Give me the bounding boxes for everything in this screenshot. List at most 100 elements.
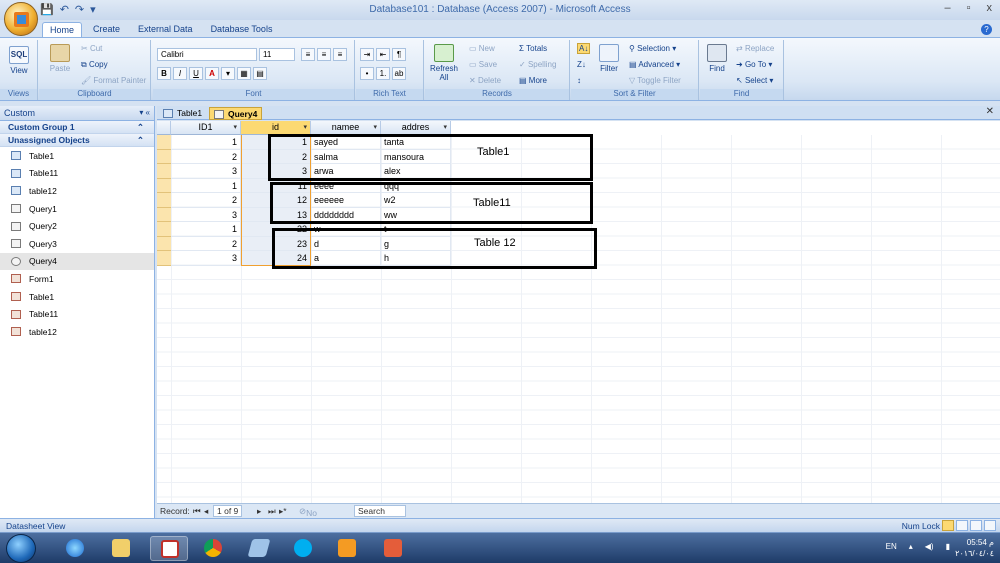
row-selector[interactable] [157,193,171,208]
toggle-filter-button[interactable]: ▽ Toggle Filter [629,76,681,85]
nav-pane-controls[interactable]: ▾ « [139,108,150,117]
paragraph-direction-button[interactable]: ¶ [392,48,406,61]
taskbar-explorer[interactable] [102,536,140,561]
taskbar-chrome[interactable] [194,536,232,561]
sort-ascending-icon[interactable]: A↓ [577,43,591,54]
align-center-button[interactable]: ≡ [317,48,331,61]
clock[interactable]: 05:54 م ٢٠١٦/٠٤/٠٤ [955,537,994,559]
alt-fill-button[interactable]: ▤ [253,67,267,80]
spelling-button[interactable]: ✓ Spelling [519,60,556,69]
cell-id1[interactable]: 3 [171,251,241,266]
nav-item-form1[interactable]: Form1 [0,270,154,288]
font-size-select[interactable]: 11 [259,48,295,61]
start-button[interactable] [6,534,36,563]
no-filter-indicator[interactable]: ⊘ No Filter [299,506,325,528]
sql-view-icon[interactable] [984,520,996,531]
row-selector[interactable] [157,207,171,222]
dropdown-arrow-icon[interactable]: ▾ [443,121,447,134]
advanced-button[interactable]: ▤ Advanced ▾ [629,60,680,69]
replace-button[interactable]: ⇄ Replace [736,44,774,53]
more-button[interactable]: ▤ More [519,76,547,85]
last-record-button[interactable]: ⏭ [268,506,276,517]
taskbar-access[interactable] [150,536,188,561]
network-icon[interactable]: ▮ [946,542,950,551]
restore-button[interactable]: ▫ [967,2,971,14]
selection-button[interactable]: ⚲ Selection ▾ [629,44,676,53]
highlight-button[interactable]: ab [392,67,406,80]
current-record-field[interactable]: 1 of 9 [213,505,243,517]
nav-item-query2[interactable]: Query2 [0,217,154,235]
taskbar-ie[interactable] [56,536,94,561]
language-indicator[interactable]: EN [886,542,897,551]
taskbar-skype[interactable] [284,536,322,561]
taskbar-powerpoint[interactable] [374,536,412,561]
numbering-button[interactable]: 1. [376,67,390,80]
close-document-icon[interactable]: ✕ [986,106,994,117]
select-button[interactable]: ↖ Select ▾ [736,76,773,85]
volume-icon[interactable]: ◀) [925,542,934,551]
font-color-button[interactable]: A [205,67,219,80]
datasheet-view-icon[interactable] [942,520,954,531]
help-icon[interactable]: ? [981,24,992,35]
italic-button[interactable]: I [173,67,187,80]
doc-tab-query4[interactable]: Query4 [209,107,263,120]
pivot-table-view-icon[interactable] [956,520,968,531]
sort-descending-icon[interactable]: Z↓ [577,60,586,69]
tab-home[interactable]: Home [42,22,83,38]
fill-color-button[interactable]: ▾ [221,67,235,80]
paste-button[interactable]: Paste [47,44,73,73]
tray-arrow-icon[interactable]: ▴ [909,542,913,551]
tab-database-tools[interactable]: Database Tools [204,22,280,38]
save-record-button[interactable]: ▭ Save [469,60,497,69]
tab-external-data[interactable]: External Data [131,22,200,38]
column-header-namee[interactable]: namee ▾ [311,121,381,135]
font-name-select[interactable]: Calibri [157,48,257,61]
new-record-nav-button[interactable]: ▸* [279,506,287,517]
goto-button[interactable]: ➜ Go To ▾ [736,60,772,69]
nav-item-table11[interactable]: Table11 [0,165,154,183]
cell-id1[interactable]: 1 [171,222,241,237]
nav-item-query4[interactable]: Query4 [0,252,154,271]
nav-item-query1[interactable]: Query1 [0,200,154,218]
indent-increase-button[interactable]: ⇥ [360,48,374,61]
delete-record-button[interactable]: ✕ Delete [469,76,501,85]
new-record-button[interactable]: ▭ New [469,44,495,53]
column-header-id1[interactable]: ID1 ▾ [171,121,241,135]
cell-id1[interactable]: 2 [171,193,241,208]
taskbar-media[interactable] [328,536,366,561]
next-record-button[interactable]: ▸ [257,506,261,517]
previous-record-button[interactable]: ◂ [204,506,208,517]
format-painter-button[interactable]: 🖌 Format Painter [81,76,146,85]
nav-item-query3[interactable]: Query3 [0,235,154,253]
doc-tab-table1[interactable]: Table1 [159,107,206,120]
filter-button[interactable]: Filter [595,44,623,73]
select-all-corner[interactable] [157,121,171,135]
cell-id1[interactable]: 3 [171,207,241,222]
office-button[interactable] [4,2,38,36]
nav-item-table1[interactable]: Table1 [0,147,154,165]
row-selector[interactable] [157,178,171,193]
dropdown-arrow-icon[interactable]: ▾ [303,121,307,134]
bullets-button[interactable]: • [360,67,374,80]
totals-button[interactable]: Σ Totals [519,44,547,53]
clear-sort-icon[interactable]: ↕ [577,76,581,85]
refresh-all-button[interactable]: Refresh All [429,44,459,82]
dropdown-arrow-icon[interactable]: ▾ [233,121,237,134]
nav-pane-header[interactable]: Custom ▾ « [0,106,154,121]
cell-id1[interactable]: 3 [171,164,241,179]
indent-decrease-button[interactable]: ⇤ [376,48,390,61]
row-selector[interactable] [157,251,171,266]
column-header-id[interactable]: id ▾ [241,121,311,135]
dropdown-arrow-icon[interactable]: ▾ [373,121,377,134]
minimize-button[interactable]: – [944,2,950,14]
nav-item-table12[interactable]: table12 [0,182,154,200]
cut-button[interactable]: ✂ Cut [81,44,102,53]
close-button[interactable]: x [987,2,993,14]
view-button[interactable]: SQL View [6,46,32,75]
cell-id1[interactable]: 2 [171,149,241,164]
tab-create[interactable]: Create [86,22,127,38]
gridlines-button[interactable]: ▦ [237,67,251,80]
align-left-button[interactable]: ≡ [301,48,315,61]
first-record-button[interactable]: ⏮ [193,506,201,517]
nav-item-form-table11[interactable]: Table11 [0,305,154,323]
